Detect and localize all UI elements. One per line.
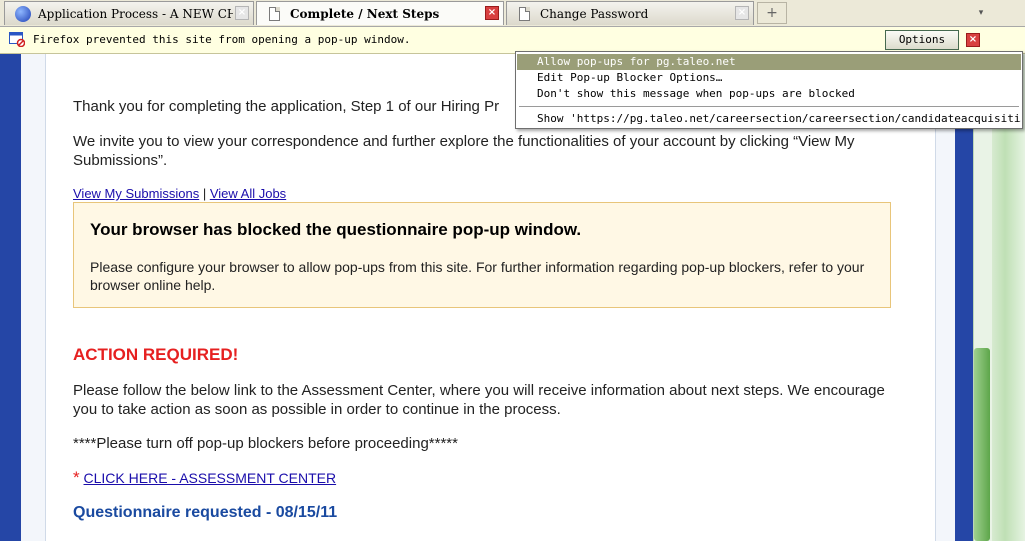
action-required-heading: ACTION REQUIRED! — [73, 345, 239, 364]
document-icon — [517, 6, 533, 22]
assessment-center-link[interactable]: CLICK HERE - ASSESSMENT CENTER — [84, 470, 337, 486]
popup-blocked-notification-bar: Firefox prevented this site from opening… — [0, 27, 1025, 54]
popup-blocked-warning: Your browser has blocked the questionnai… — [73, 202, 891, 308]
warning-title: Your browser has blocked the questionnai… — [90, 220, 582, 239]
menu-item-dont-show-message[interactable]: Don't show this message when pop-ups are… — [517, 86, 1021, 102]
menu-item-edit-blocker-options[interactable]: Edit Pop-up Blocker Options… — [517, 70, 1021, 86]
new-tab-button[interactable]: + — [757, 2, 787, 24]
menu-item-allow-popups[interactable]: Allow pop-ups for pg.taleo.net — [517, 54, 1021, 70]
questionnaire-status: Questionnaire requested - 08/15/11 — [73, 504, 338, 521]
invite-text: We invite you to view your correspondenc… — [73, 133, 855, 169]
document-icon — [267, 6, 283, 22]
notification-message: Firefox prevented this site from opening… — [33, 33, 411, 46]
popup-blocker-note: ****Please turn off pop-up blockers befo… — [73, 435, 458, 452]
account-links: View My Submissions | View All Jobs — [73, 186, 286, 201]
tab-label: Change Password — [540, 7, 649, 21]
menu-separator — [519, 106, 1019, 107]
page-left-border — [0, 54, 21, 541]
close-icon[interactable]: × — [235, 6, 249, 20]
menu-item-show-popup-url[interactable]: Show 'https://pg.taleo.net/careersection… — [517, 111, 1021, 127]
required-marker: * — [73, 468, 80, 487]
view-my-submissions-link[interactable]: View My Submissions — [73, 186, 199, 201]
tab-strip: Application Process - A NEW CHA… × Compl… — [0, 0, 1025, 27]
close-icon[interactable]: × — [966, 33, 980, 47]
popup-blocked-icon — [9, 32, 25, 47]
close-icon[interactable]: × — [485, 6, 499, 20]
assessment-instructions: Please follow the below link to the Asse… — [73, 382, 885, 418]
link-separator: | — [199, 186, 210, 201]
assessment-center-cta: * CLICK HERE - ASSESSMENT CENTER — [73, 468, 336, 488]
tab-complete-next-steps[interactable]: Complete / Next Steps × — [256, 1, 504, 25]
tab-label: Complete / Next Steps — [290, 7, 440, 21]
options-button[interactable]: Options — [885, 30, 959, 50]
page-left-margin — [21, 54, 46, 541]
tab-label: Application Process - A NEW CHA… — [38, 7, 233, 21]
globe-icon — [15, 6, 31, 22]
warning-body: Please configure your browser to allow p… — [90, 259, 865, 293]
tab-application-process[interactable]: Application Process - A NEW CHA… × — [4, 1, 254, 25]
popup-options-menu: Allow pop-ups for pg.taleo.net Edit Pop-… — [515, 51, 1023, 129]
scrollbar-thumb[interactable] — [974, 348, 990, 541]
close-icon[interactable]: × — [735, 6, 749, 20]
list-all-tabs-button[interactable]: ▾ — [968, 2, 994, 24]
view-all-jobs-link[interactable]: View All Jobs — [210, 186, 286, 201]
tab-change-password[interactable]: Change Password × — [506, 1, 754, 25]
